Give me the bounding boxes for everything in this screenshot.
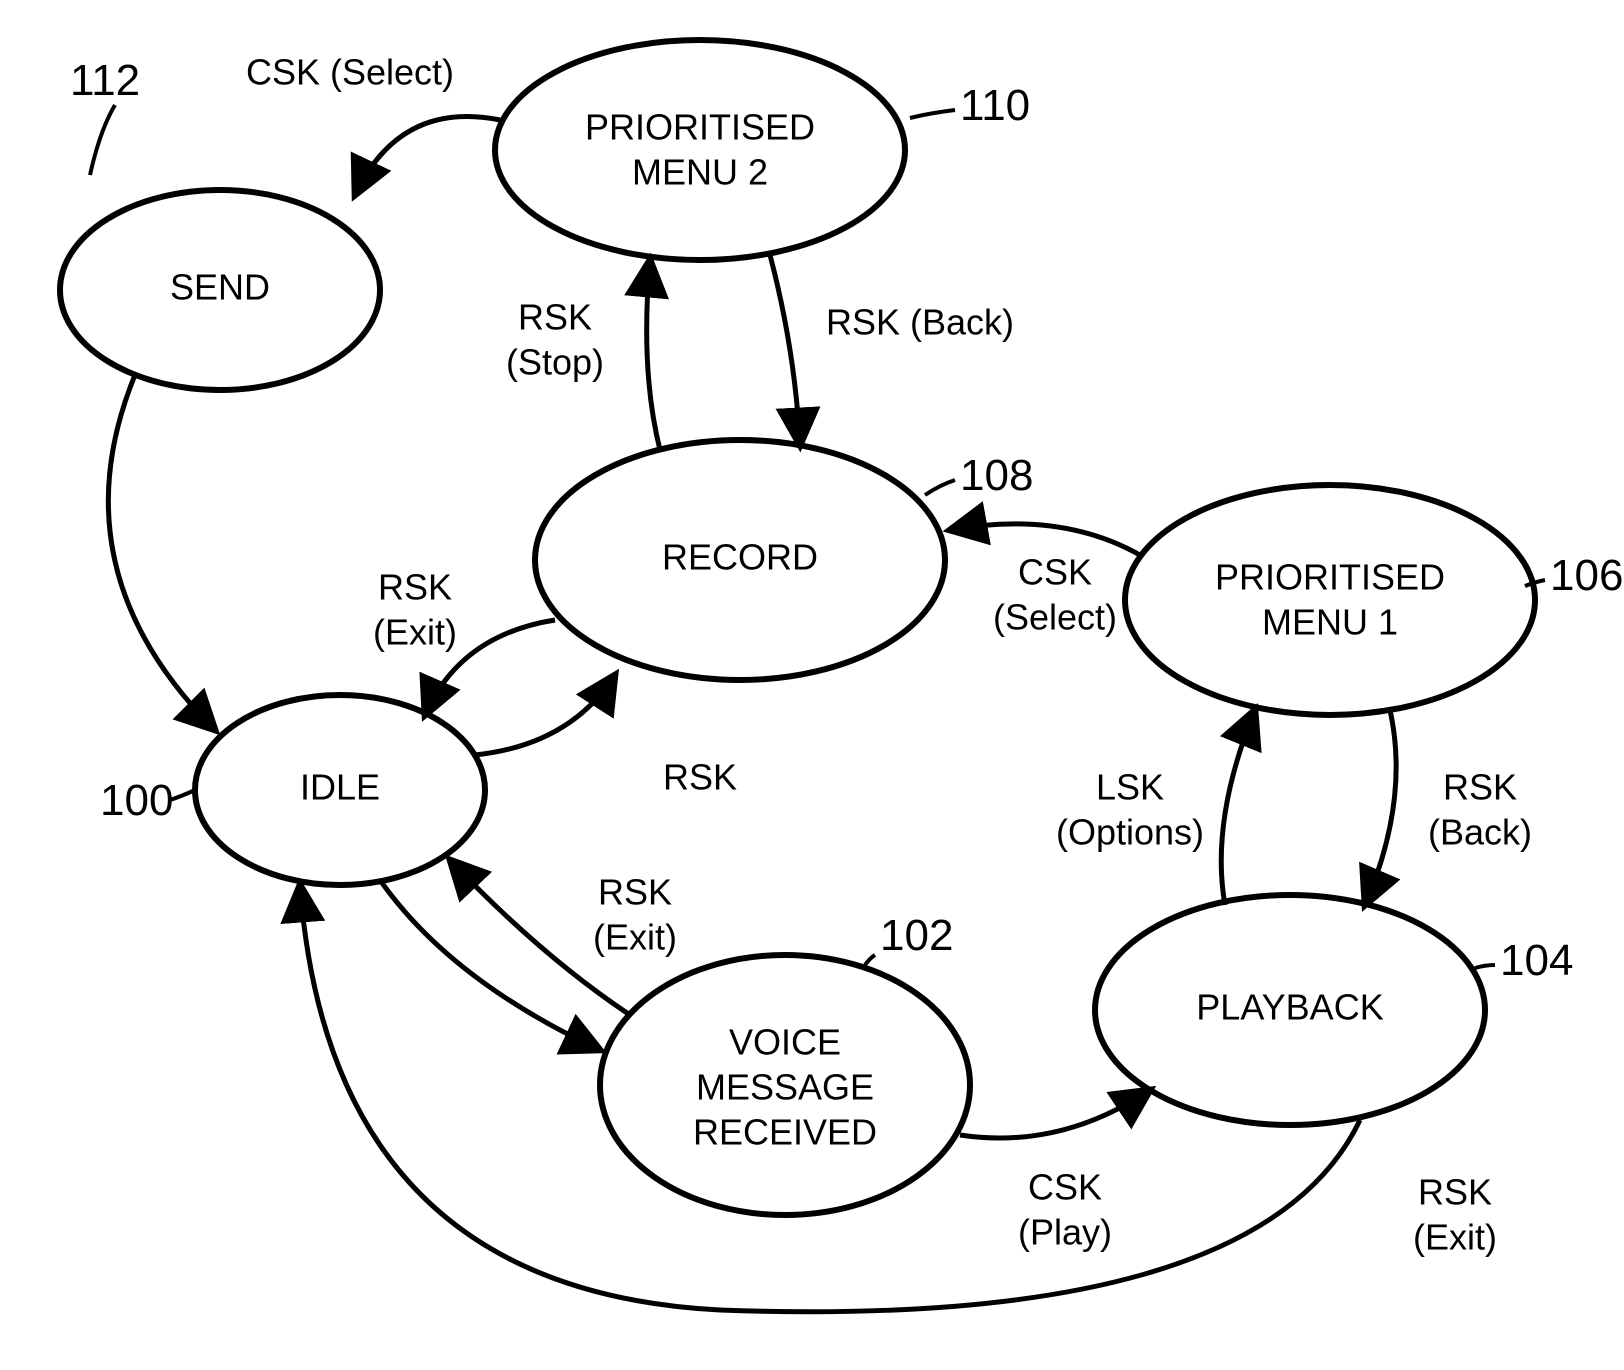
node-playback: PLAYBACK bbox=[1095, 895, 1485, 1125]
label-rsk-exit3a: RSK bbox=[1418, 1172, 1492, 1213]
node-menu2: PRIORITISED MENU 2 bbox=[495, 40, 905, 260]
edge-record-menu2 bbox=[647, 260, 660, 450]
label-rsk-back2b: (Back) bbox=[1428, 812, 1532, 853]
node-voicemsg-label1: VOICE bbox=[729, 1022, 841, 1063]
edge-menu1-playback bbox=[1365, 710, 1396, 905]
edge-menu2-send bbox=[355, 117, 500, 195]
node-menu1-label2: MENU 1 bbox=[1262, 602, 1398, 643]
edge-menu1-record bbox=[950, 524, 1140, 555]
edge-menu2-record bbox=[770, 255, 800, 445]
label-csk-select2b: (Select) bbox=[993, 597, 1117, 638]
label-lsk-options1: LSK bbox=[1096, 767, 1164, 808]
label-rsk-stop2: (Stop) bbox=[506, 342, 604, 383]
label-rsk-exit1b: (Exit) bbox=[373, 612, 457, 653]
label-rsk: RSK bbox=[663, 757, 737, 798]
node-playback-label: PLAYBACK bbox=[1196, 987, 1383, 1028]
ref-100-leader bbox=[170, 790, 195, 800]
ref-108: 108 bbox=[960, 451, 1033, 500]
node-record-label: RECORD bbox=[662, 537, 818, 578]
ref-104: 104 bbox=[1500, 936, 1573, 985]
ref-100: 100 bbox=[100, 776, 173, 825]
edge-voicemsg-playback bbox=[960, 1090, 1150, 1138]
label-rsk-exit1a: RSK bbox=[378, 567, 452, 608]
edge-idle-voicemsg bbox=[380, 880, 600, 1050]
node-idle: IDLE bbox=[195, 695, 485, 885]
node-menu1-label1: PRIORITISED bbox=[1215, 557, 1445, 598]
node-record: RECORD bbox=[535, 440, 945, 680]
ref-110-leader bbox=[910, 110, 955, 118]
label-rsk-back1: RSK (Back) bbox=[826, 302, 1014, 343]
label-rsk-exit2a: RSK bbox=[598, 872, 672, 913]
ref-108-leader bbox=[925, 480, 955, 495]
node-menu1: PRIORITISED MENU 1 bbox=[1125, 485, 1535, 715]
edge-idle-record bbox=[475, 675, 615, 755]
node-send-label: SEND bbox=[170, 267, 270, 308]
node-voicemsg-label3: RECEIVED bbox=[693, 1112, 877, 1153]
node-send: SEND bbox=[60, 190, 380, 390]
ref-112: 112 bbox=[70, 56, 140, 105]
ref-102: 102 bbox=[880, 911, 953, 960]
node-voicemsg-label2: MESSAGE bbox=[696, 1067, 874, 1108]
ref-102-leader bbox=[865, 955, 875, 965]
edge-send-idle bbox=[108, 375, 215, 730]
ref-106: 106 bbox=[1550, 551, 1623, 600]
label-csk-select2a: CSK bbox=[1018, 552, 1092, 593]
state-diagram: SEND PRIORITISED MENU 2 RECORD PRIORITIS… bbox=[0, 0, 1624, 1370]
ref-104-leader bbox=[1475, 965, 1495, 968]
label-csk-play1: CSK bbox=[1028, 1167, 1102, 1208]
label-rsk-exit2b: (Exit) bbox=[593, 917, 677, 958]
edge-playback-menu1 bbox=[1221, 710, 1255, 905]
label-csk-play2: (Play) bbox=[1018, 1212, 1112, 1253]
ref-110: 110 bbox=[960, 81, 1030, 130]
label-rsk-exit3b: (Exit) bbox=[1413, 1217, 1497, 1258]
node-menu2-label1: PRIORITISED bbox=[585, 107, 815, 148]
node-voicemsg: VOICE MESSAGE RECEIVED bbox=[600, 955, 970, 1215]
ref-112-leader bbox=[90, 105, 115, 175]
label-rsk-stop1: RSK bbox=[518, 297, 592, 338]
node-menu2-label2: MENU 2 bbox=[632, 152, 768, 193]
node-idle-label: IDLE bbox=[300, 767, 380, 808]
label-lsk-options2: (Options) bbox=[1056, 812, 1204, 853]
label-rsk-back2a: RSK bbox=[1443, 767, 1517, 808]
label-csk-select1: CSK (Select) bbox=[246, 52, 454, 93]
